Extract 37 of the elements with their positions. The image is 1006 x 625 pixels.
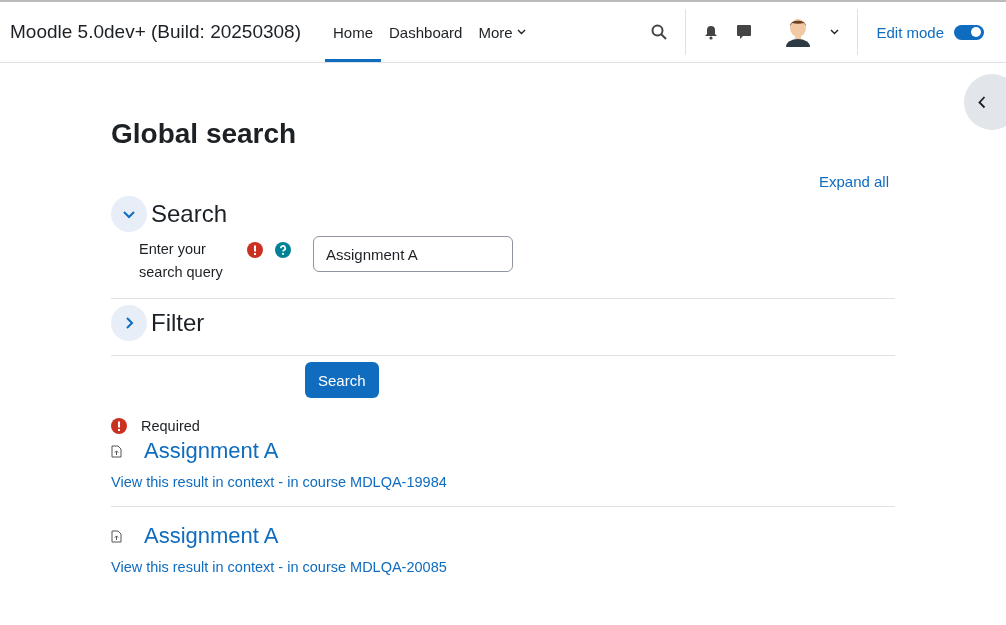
file-icon xyxy=(111,444,122,458)
caret-icon xyxy=(516,29,526,35)
result-title-link[interactable]: Assignment A xyxy=(144,438,279,464)
required-text: Required xyxy=(141,418,200,434)
section-toggle-button[interactable] xyxy=(111,196,147,232)
edit-mode-toggle[interactable] xyxy=(954,24,984,40)
search-button[interactable]: Search xyxy=(305,362,379,398)
chevron-left-icon xyxy=(978,95,986,109)
expand-all-link[interactable]: Expand all xyxy=(818,173,889,190)
result-title-link[interactable]: Assignment A xyxy=(144,523,279,549)
section-toggle-button[interactable] xyxy=(111,305,147,341)
context-link[interactable]: View this result in context xyxy=(111,474,275,490)
chat-icon[interactable] xyxy=(736,24,753,40)
section-title: Search xyxy=(151,200,228,228)
bell-icon[interactable] xyxy=(704,24,719,40)
separator-text: - xyxy=(278,559,284,575)
avatar-icon[interactable] xyxy=(784,17,813,47)
course-link[interactable]: in course MDLQA-19984 xyxy=(287,474,447,490)
help-icon[interactable] xyxy=(275,242,291,258)
site-name[interactable]: Moodle 5.0dev+ (Build: 20250308) xyxy=(10,21,301,43)
nav-tab[interactable]: Home xyxy=(325,2,382,62)
context-link[interactable]: View this result in context xyxy=(111,559,275,575)
nav-tab[interactable]: Dashboard xyxy=(381,2,471,62)
required-icon xyxy=(247,242,263,258)
field-label: Enter your search query xyxy=(139,240,224,282)
edit-mode-label: Edit mode xyxy=(876,23,944,41)
search-icon[interactable] xyxy=(651,24,668,40)
separator-text: - xyxy=(278,474,284,490)
required-icon xyxy=(111,418,127,434)
drawer-toggle-button[interactable] xyxy=(964,74,1006,130)
course-link[interactable]: in course MDLQA-20085 xyxy=(287,559,447,575)
nav-tab[interactable]: More xyxy=(470,2,534,62)
file-icon xyxy=(111,529,122,543)
search-query-field[interactable]: Assignment A xyxy=(313,236,513,272)
page-title: Global search xyxy=(111,118,298,150)
section-title: Filter xyxy=(151,309,205,337)
caret-icon[interactable] xyxy=(830,29,840,35)
